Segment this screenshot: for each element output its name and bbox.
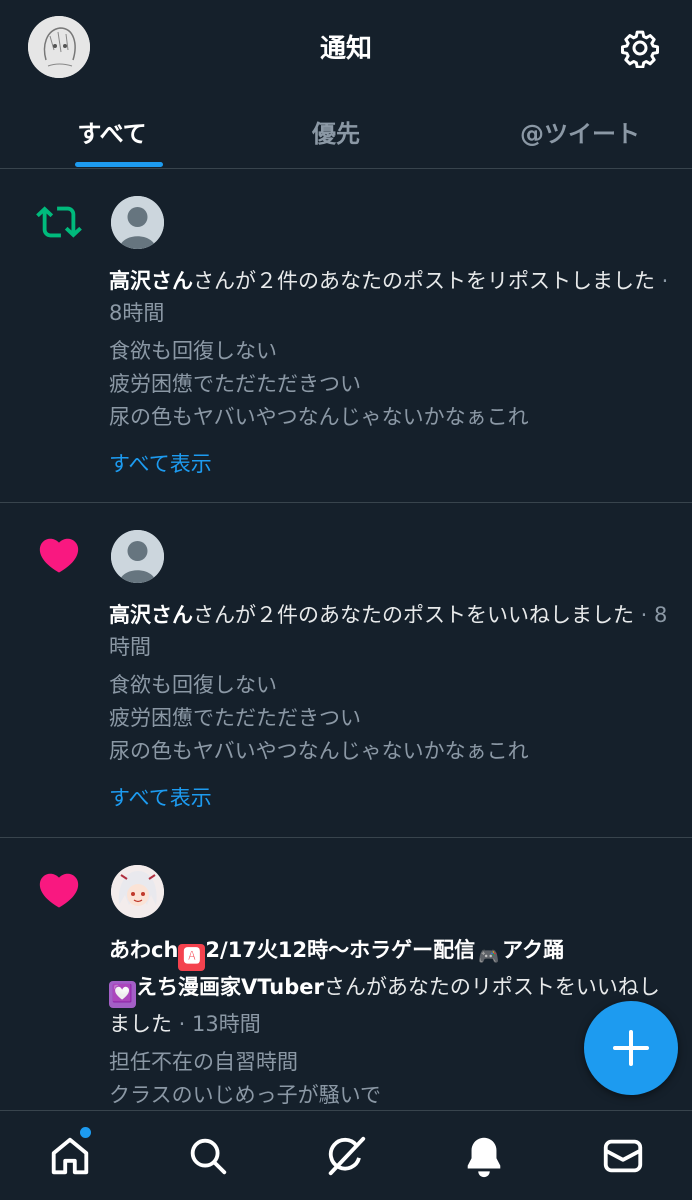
timestamp: 8時間 bbox=[109, 301, 165, 325]
tab-mentions[interactable]: @ツイート bbox=[448, 92, 692, 168]
heart-decoration-emoji: 💟 bbox=[109, 981, 136, 1008]
default-avatar-icon bbox=[111, 530, 164, 583]
bell-icon bbox=[467, 1137, 501, 1178]
nav-messages[interactable] bbox=[600, 1133, 646, 1179]
user-name[interactable]: 高沢さん bbox=[109, 603, 193, 627]
user-name[interactable]: 高沢さん bbox=[109, 269, 193, 293]
tab-all[interactable]: すべて bbox=[0, 92, 224, 168]
tab-priority[interactable]: 優先 bbox=[224, 92, 448, 168]
tab-priority-label: 優先 bbox=[312, 120, 360, 148]
snippet-line: 食欲も回復しない bbox=[109, 673, 277, 697]
nav-home[interactable] bbox=[47, 1133, 93, 1179]
home-badge-dot bbox=[80, 1127, 91, 1138]
avatar[interactable] bbox=[111, 865, 164, 918]
home-icon bbox=[51, 1137, 89, 1175]
tab-all-label: すべて bbox=[77, 120, 147, 148]
top-bar: 通知 bbox=[0, 0, 692, 92]
game-controller-emoji: 🎮 bbox=[478, 947, 500, 967]
active-tab-indicator bbox=[75, 162, 163, 167]
notification-headline: 高沢さんさんが２件のあなたのポストをいいねしました · 8時間 bbox=[109, 603, 668, 659]
nav-grok[interactable] bbox=[323, 1133, 369, 1179]
nav-search[interactable] bbox=[185, 1133, 231, 1179]
compose-button[interactable] bbox=[584, 1001, 678, 1095]
timestamp: 13時間 bbox=[192, 1012, 261, 1036]
bottom-nav bbox=[0, 1110, 692, 1200]
heart-icon bbox=[36, 532, 82, 578]
action-text: さんが２件のあなたのポストをいいねしました bbox=[193, 603, 634, 627]
notification-headline: 高沢さんさんが２件のあなたのポストをリポストしました · 8時間 bbox=[109, 269, 669, 325]
snippet-line: 尿の色もヤバいやつなんじゃないかなぁこれ bbox=[109, 739, 529, 763]
a-button-emoji: 🅰 bbox=[178, 944, 206, 971]
plus-icon bbox=[613, 1030, 649, 1066]
post-snippet: 食欲も回復しない 疲労困憊でただただきつい 尿の色もヤバいやつなんじゃないかなぁ… bbox=[109, 669, 669, 768]
tab-mentions-label: @ツイート bbox=[520, 120, 640, 148]
grok-icon bbox=[328, 1136, 366, 1176]
notification-item[interactable]: 高沢さんさんが２件のあなたのポストをいいねしました · 8時間 食欲も回復しない… bbox=[0, 503, 692, 838]
mail-icon bbox=[603, 1139, 643, 1173]
snippet-line: 疲労困憊でただただきつい bbox=[109, 706, 361, 730]
anime-avatar-icon bbox=[111, 865, 164, 918]
default-avatar-icon bbox=[111, 196, 164, 249]
search-icon bbox=[190, 1138, 227, 1175]
snippet-line: 食欲も回復しない bbox=[109, 339, 277, 363]
page-title: 通知 bbox=[319, 34, 372, 64]
nav-notifications[interactable] bbox=[461, 1133, 507, 1179]
repost-icon bbox=[36, 199, 82, 245]
heart-icon bbox=[36, 867, 82, 913]
settings-button[interactable] bbox=[620, 28, 660, 69]
post-snippet: 食欲も回復しない 疲労困憊でただただきつい 尿の色もヤバいやつなんじゃないかなぁ… bbox=[109, 335, 669, 434]
show-all-link[interactable]: すべて表示 bbox=[109, 782, 669, 812]
snippet-line: 疲労困憊でただただきつい bbox=[109, 372, 361, 396]
avatar[interactable] bbox=[111, 530, 164, 583]
notifications-screen: 通知 すべて 優先 @ツイート 高沢さんさんが２件のあなたのポストをリポストしま… bbox=[0, 0, 692, 1200]
notification-body: 高沢さんさんが２件のあなたのポストをリポストしました · 8時間 食欲も回復しな… bbox=[109, 265, 669, 478]
action-text: さんが２件のあなたのポストをリポストしました bbox=[193, 269, 655, 293]
gear-icon bbox=[621, 30, 659, 69]
tab-bar: すべて 優先 @ツイート bbox=[0, 92, 692, 169]
notification-item[interactable]: 高沢さんさんが２件のあなたのポストをリポストしました · 8時間 食欲も回復しな… bbox=[0, 169, 692, 503]
snippet-line: 尿の色もヤバいやつなんじゃないかなぁこれ bbox=[109, 405, 529, 429]
show-all-link[interactable]: すべて表示 bbox=[109, 448, 669, 478]
notification-body: 高沢さんさんが２件のあなたのポストをいいねしました · 8時間 食欲も回復しない… bbox=[109, 599, 669, 812]
avatar[interactable] bbox=[111, 196, 164, 249]
